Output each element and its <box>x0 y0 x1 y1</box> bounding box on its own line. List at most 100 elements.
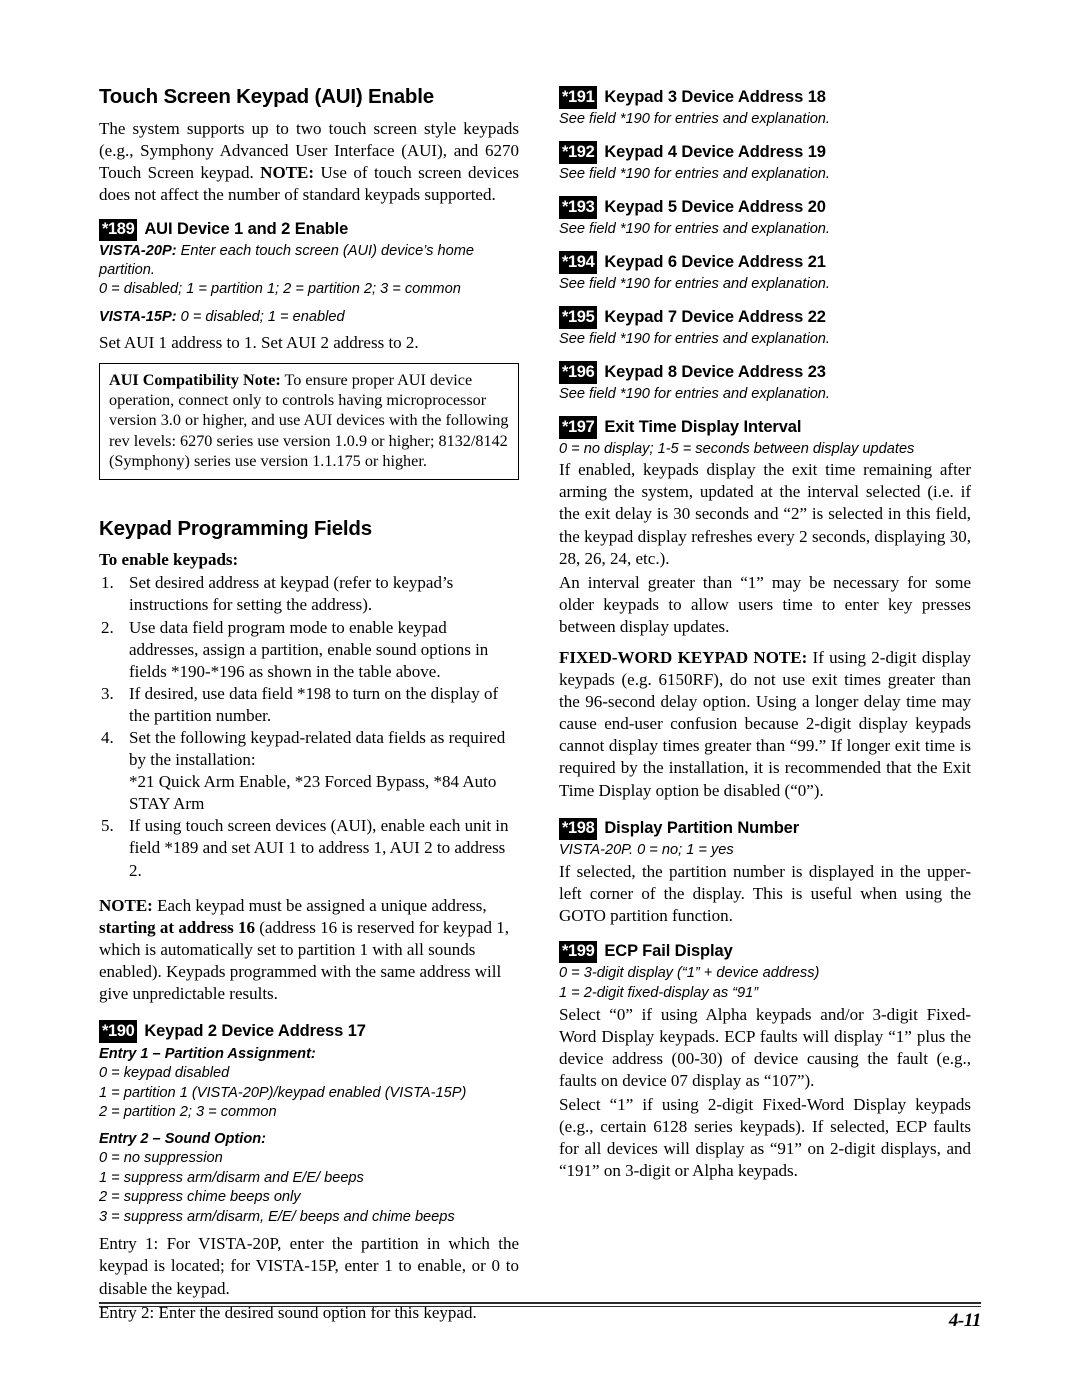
field-190-entry1-label: Entry 1 – Partition Assignment: <box>99 1045 316 1062</box>
field-189-title: AUI Device 1 and 2 Enable <box>144 220 349 239</box>
field-193-header: *193 Keypad 5 Device Address 20 <box>559 196 971 219</box>
field-195-header: *195 Keypad 7 Device Address 22 <box>559 306 971 329</box>
field-198-badge: *198 <box>559 817 598 841</box>
right-column: *191 Keypad 3 Device Address 18 See fiel… <box>559 86 971 1182</box>
field-189-vista15p-text: 0 = disabled; 1 = enabled <box>176 309 345 326</box>
field-190-entry1-option: 1 = partition 1 (VISTA-20P)/keypad enabl… <box>99 1084 467 1101</box>
step-text: If using touch screen devices (AUI), ena… <box>129 816 509 880</box>
field-191-note: See field *190 for entries and explanati… <box>559 110 830 127</box>
unique-address-note-label: NOTE: <box>99 895 153 915</box>
list-item: If desired, use data field *198 to turn … <box>99 683 519 727</box>
fixed-word-keypad-note-label: FIXED-WORD KEYPAD NOTE: <box>559 647 808 667</box>
unique-address-note-bold-phrase: starting at address 16 <box>99 917 255 937</box>
field-199-option-1: 1 = 2-digit fixed-display as “91” <box>559 984 759 1001</box>
field-189-badge: *189 <box>99 218 138 242</box>
field-198-options: VISTA-20P. 0 = no; 1 = yes <box>559 842 734 859</box>
field-194-note: See field *190 for entries and explanati… <box>559 275 830 292</box>
field-189-address-instruction: Set AUI 1 address to 1. Set AUI 2 addres… <box>99 332 419 352</box>
field-194-title: Keypad 6 Device Address 21 <box>604 252 826 271</box>
step-4-data-fields: *21 Quick Arm Enable, *23 Forced Bypass,… <box>129 772 497 814</box>
field-195-title: Keypad 7 Device Address 22 <box>604 307 826 326</box>
unique-address-note-part1: Each keypad must be assigned a unique ad… <box>152 895 487 915</box>
field-190-header: *190 Keypad 2 Device Address 17 <box>99 1020 519 1043</box>
page-footer: 4-11 <box>99 1302 981 1332</box>
list-item: Set desired address at keypad (refer to … <box>99 572 519 616</box>
field-196-title: Keypad 8 Device Address 23 <box>604 362 826 381</box>
intro-paragraph: The system supports up to two touch scre… <box>99 118 519 206</box>
fixed-word-keypad-note-text: If using 2-digit display keypads (e.g. 6… <box>559 647 972 800</box>
field-194-header: *194 Keypad 6 Device Address 21 <box>559 251 971 274</box>
field-196-badge: *196 <box>559 361 598 384</box>
field-192-header: *192 Keypad 4 Device Address 19 <box>559 141 971 164</box>
aui-compatibility-note-text: AUI Compatibility Note: To ensure proper… <box>109 370 510 472</box>
field-191-header: *191 Keypad 3 Device Address 18 <box>559 86 971 109</box>
heading-keypad-programming-fields: Keypad Programming Fields <box>99 516 372 540</box>
field-199-title: ECP Fail Display <box>604 942 733 961</box>
heading-touch-screen-keypad-aui-enable: Touch Screen Keypad (AUI) Enable <box>99 85 434 108</box>
step-text: If desired, use data field *198 to turn … <box>129 683 499 725</box>
field-190-entry1-explanation: Entry 1: For VISTA-20P, enter the partit… <box>99 1234 519 1298</box>
field-198-header: *198 Display Partition Number <box>559 817 971 841</box>
field-197-fixed-word-note: FIXED-WORD KEYPAD NOTE: If using 2-digit… <box>559 647 971 802</box>
field-190-entry2-option: 2 = suppress chime beeps only <box>99 1189 301 1206</box>
field-190-entry1-option: 2 = partition 2; 3 = common <box>99 1104 277 1121</box>
field-194-badge: *194 <box>559 251 598 274</box>
page-content: Touch Screen Keypad (AUI) Enable The sys… <box>99 85 979 1336</box>
to-enable-keypads-label: To enable keypads: <box>99 550 239 570</box>
field-197-title: Exit Time Display Interval <box>604 417 802 436</box>
field-190-entry2-label: Entry 2 – Sound Option: <box>99 1130 267 1147</box>
field-189-vista15p-label: VISTA-15P: <box>99 309 177 326</box>
step-text: Use data field program mode to enable ke… <box>129 617 489 681</box>
intro-note-label: NOTE: <box>260 162 315 182</box>
page-number: 4-11 <box>948 1310 982 1332</box>
field-192-title: Keypad 4 Device Address 19 <box>604 142 826 161</box>
field-190-entry2-option: 1 = suppress arm/disarm and E/E/ beeps <box>99 1169 364 1186</box>
field-198-paragraph: If selected, the partition number is dis… <box>559 861 971 925</box>
field-189-vista15p-line: VISTA-15P: 0 = disabled; 1 = enabled <box>99 308 519 327</box>
field-192-note: See field *190 for entries and explanati… <box>559 165 830 182</box>
field-192-badge: *192 <box>559 141 598 164</box>
step-text: Set desired address at keypad (refer to … <box>129 573 454 615</box>
field-190-title: Keypad 2 Device Address 17 <box>144 1021 366 1040</box>
aui-compatibility-note-box: AUI Compatibility Note: To ensure proper… <box>99 362 519 480</box>
field-196-note: See field *190 for entries and explanati… <box>559 385 830 402</box>
field-193-note: See field *190 for entries and explanati… <box>559 220 830 237</box>
field-189-vista20p-line: VISTA-20P: Enter each touch screen (AUI)… <box>99 242 519 279</box>
field-193-badge: *193 <box>559 196 598 219</box>
field-195-note: See field *190 for entries and explanati… <box>559 330 830 347</box>
enable-keypads-step-list: Set desired address at keypad (refer to … <box>99 572 519 881</box>
field-199-header: *199 ECP Fail Display <box>559 940 971 964</box>
field-189-options: 0 = disabled; 1 = partition 1; 2 = parti… <box>99 281 461 298</box>
list-item: Use data field program mode to enable ke… <box>99 617 519 683</box>
unique-address-note: NOTE: Each keypad must be assigned a uni… <box>99 895 519 1005</box>
field-197-options: 0 = no display; 1-5 = seconds between di… <box>559 440 915 457</box>
field-191-title: Keypad 3 Device Address 18 <box>604 87 826 106</box>
two-column-layout: Touch Screen Keypad (AUI) Enable The sys… <box>99 85 979 1324</box>
field-189-header: *189 AUI Device 1 and 2 Enable <box>99 218 519 242</box>
field-197-paragraph-2: An interval greater than “1” may be nece… <box>559 572 971 636</box>
step-text: Set the following keypad-related data fi… <box>129 727 506 770</box>
field-191-badge: *191 <box>559 86 598 109</box>
field-189-vista20p-label: VISTA-20P: <box>99 243 177 260</box>
field-190-entry2-option: 3 = suppress arm/disarm, E/E/ beeps and … <box>99 1208 455 1225</box>
field-190-entry1-option: 0 = keypad disabled <box>99 1065 230 1082</box>
field-195-badge: *195 <box>559 306 598 329</box>
field-197-header: *197 Exit Time Display Interval <box>559 416 971 439</box>
list-item: Set the following keypad-related data fi… <box>99 727 519 815</box>
left-column: Touch Screen Keypad (AUI) Enable The sys… <box>99 85 519 1324</box>
field-199-option-0: 0 = 3-digit display (“1” + device addres… <box>559 965 820 982</box>
footer-rule-thick <box>99 1302 981 1305</box>
aui-compatibility-note-label: AUI Compatibility Note: <box>109 370 281 389</box>
list-item: If using touch screen devices (AUI), ena… <box>99 815 519 881</box>
field-198-title: Display Partition Number <box>604 819 800 838</box>
field-199-paragraph-1: Select “0” if using Alpha keypads and/or… <box>559 1004 971 1090</box>
field-193-title: Keypad 5 Device Address 20 <box>604 197 826 216</box>
field-197-paragraph-1: If enabled, keypads display the exit tim… <box>559 460 971 568</box>
field-199-paragraph-2: Select “1” if using 2-digit Fixed-Word D… <box>559 1094 971 1181</box>
footer-rule-thin <box>99 1305 981 1308</box>
field-197-badge: *197 <box>559 416 598 439</box>
field-190-entry2-option: 0 = no suppression <box>99 1150 223 1167</box>
field-199-badge: *199 <box>559 940 598 964</box>
field-190-badge: *190 <box>99 1020 138 1043</box>
field-196-header: *196 Keypad 8 Device Address 23 <box>559 361 971 384</box>
